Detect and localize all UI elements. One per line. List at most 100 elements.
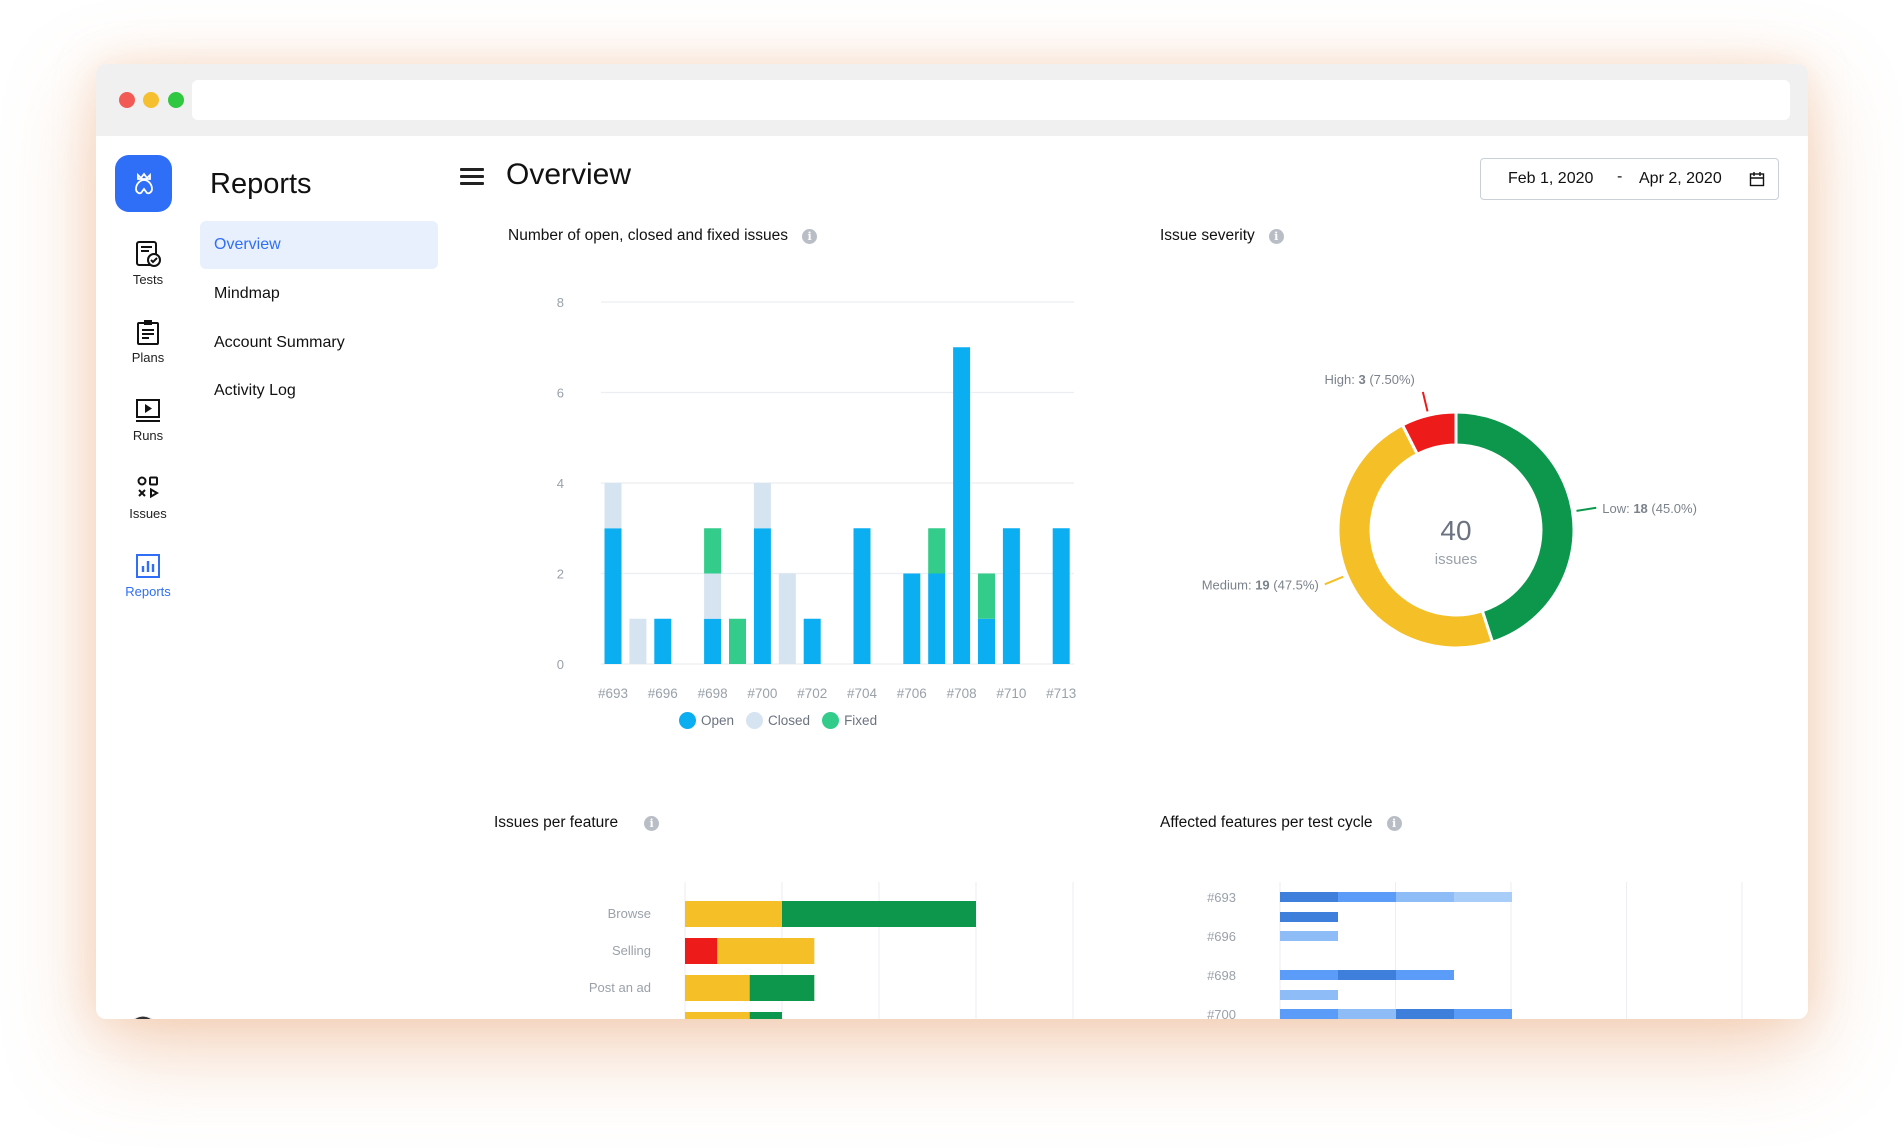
- bar-segment: [1280, 912, 1338, 922]
- bar-closed: [629, 619, 646, 664]
- reports-icon: [134, 552, 162, 580]
- y-tick-label: Post an ad: [589, 980, 651, 995]
- bar-segment: [1338, 1009, 1396, 1019]
- y-tick-label: #693: [1207, 890, 1236, 905]
- date-range-picker[interactable]: Feb 1, 2020 - Apr 2, 2020: [1480, 158, 1779, 200]
- bar-closed: [704, 574, 721, 619]
- x-tick-label: #698: [698, 686, 728, 701]
- legend-label: Fixed: [844, 713, 877, 728]
- x-tick-label: #708: [947, 686, 977, 701]
- card-title-severity: Issue severity i: [1160, 227, 1284, 245]
- subnav-activity-log[interactable]: Activity Log: [200, 367, 438, 415]
- card-title-per-feature: Issues per feature i: [494, 814, 659, 832]
- icon-sidebar: Tests Plans Runs Issues Reports: [96, 136, 200, 1019]
- info-icon[interactable]: i: [644, 816, 659, 831]
- subnav-account-summary[interactable]: Account Summary: [200, 319, 438, 367]
- legend-closed[interactable]: Closed: [746, 712, 810, 729]
- calendar-icon[interactable]: [1749, 171, 1765, 187]
- legend-label: Closed: [768, 713, 810, 728]
- y-tick-label: #698: [1207, 968, 1236, 983]
- bar-segment: [1280, 970, 1338, 980]
- date-separator: -: [1617, 168, 1622, 186]
- donut-label: Medium: 19 (47.5%): [1202, 577, 1319, 592]
- card-title-affected: Affected features per test cycle i: [1160, 814, 1402, 832]
- subnav-overview[interactable]: Overview: [200, 221, 438, 269]
- subnav-mindmap[interactable]: Mindmap: [200, 270, 438, 318]
- rail-item-issues[interactable]: Issues: [96, 474, 200, 521]
- bar-segment: [1338, 892, 1396, 902]
- card-title-text: Number of open, closed and fixed issues: [508, 227, 788, 245]
- plans-icon: [134, 318, 162, 346]
- y-tick-label: #700: [1207, 1007, 1236, 1019]
- x-tick-label: #693: [598, 686, 628, 701]
- bar-medium: [685, 975, 750, 1001]
- y-tick-label: 6: [557, 386, 564, 401]
- rail-item-tests[interactable]: Tests: [96, 240, 200, 287]
- y-tick-label: #696: [1207, 929, 1236, 944]
- x-tick-label: #702: [797, 686, 827, 701]
- logo-icon: [129, 169, 159, 199]
- rail-item-reports[interactable]: Reports: [96, 552, 200, 599]
- rail-label: Reports: [125, 584, 171, 599]
- bar-open: [1053, 528, 1070, 664]
- issues-icon: [134, 474, 162, 502]
- maximize-window-button[interactable]: [168, 92, 184, 108]
- donut-total-label: issues: [1435, 551, 1478, 568]
- x-tick-label: #710: [996, 686, 1026, 701]
- title-bar: [96, 64, 1808, 136]
- legend-fixed[interactable]: Fixed: [822, 712, 877, 729]
- donut-slice-low: [1456, 412, 1574, 642]
- legend-open[interactable]: Open: [679, 712, 734, 729]
- x-tick-label: #704: [847, 686, 878, 701]
- legend-swatch: [822, 712, 839, 729]
- card-title-text: Affected features per test cycle: [1160, 814, 1373, 832]
- bar-low: [750, 1012, 782, 1019]
- y-tick-label: 4: [557, 476, 564, 491]
- date-from[interactable]: Feb 1, 2020: [1508, 170, 1593, 188]
- bar-closed: [779, 574, 796, 665]
- bar-open: [605, 528, 622, 664]
- tests-icon: [134, 240, 162, 268]
- card-title-text: Issues per feature: [494, 814, 618, 832]
- leader-line: [1423, 392, 1428, 411]
- x-tick-label: #706: [897, 686, 927, 701]
- rail-label: Issues: [129, 506, 167, 521]
- donut-slice-high: [1402, 412, 1456, 454]
- bar-open: [704, 619, 721, 664]
- bar-fixed: [928, 528, 945, 573]
- leader-line: [1325, 577, 1343, 585]
- rail-item-plans[interactable]: Plans: [96, 318, 200, 365]
- bar-open: [978, 619, 995, 664]
- date-to[interactable]: Apr 2, 2020: [1639, 170, 1722, 188]
- minimize-window-button[interactable]: [143, 92, 159, 108]
- rail-label: Runs: [133, 428, 163, 443]
- section-title: Reports: [210, 168, 312, 201]
- bar-low: [750, 975, 815, 1001]
- bar-chart-legend: Open Closed Fixed: [679, 712, 877, 729]
- menu-icon[interactable]: [460, 168, 484, 186]
- info-icon[interactable]: i: [1387, 816, 1402, 831]
- donut-slice-medium: [1338, 425, 1492, 648]
- bar-segment: [1396, 1009, 1454, 1019]
- info-icon[interactable]: i: [1269, 229, 1284, 244]
- x-tick-label: #713: [1046, 686, 1076, 701]
- y-tick-label: Inbox: [619, 1017, 651, 1019]
- info-icon[interactable]: i: [802, 229, 817, 244]
- user-avatar[interactable]: [124, 1016, 162, 1019]
- bar-closed: [754, 483, 771, 528]
- card-title-text: Issue severity: [1160, 227, 1255, 245]
- bar-fixed: [704, 528, 721, 573]
- rail-label: Plans: [132, 350, 165, 365]
- page-title: Overview: [506, 158, 631, 192]
- app-logo[interactable]: [115, 155, 172, 212]
- address-bar[interactable]: [192, 80, 1790, 120]
- bar-segment: [1280, 892, 1338, 902]
- bar-segment: [1280, 990, 1338, 1000]
- rail-item-runs[interactable]: Runs: [96, 396, 200, 443]
- rail-label: Tests: [133, 272, 163, 287]
- bar-segment: [1396, 970, 1454, 980]
- close-window-button[interactable]: [119, 92, 135, 108]
- bar-open: [903, 574, 920, 665]
- bar-segment: [1396, 892, 1454, 902]
- bar-segment: [1280, 1009, 1338, 1019]
